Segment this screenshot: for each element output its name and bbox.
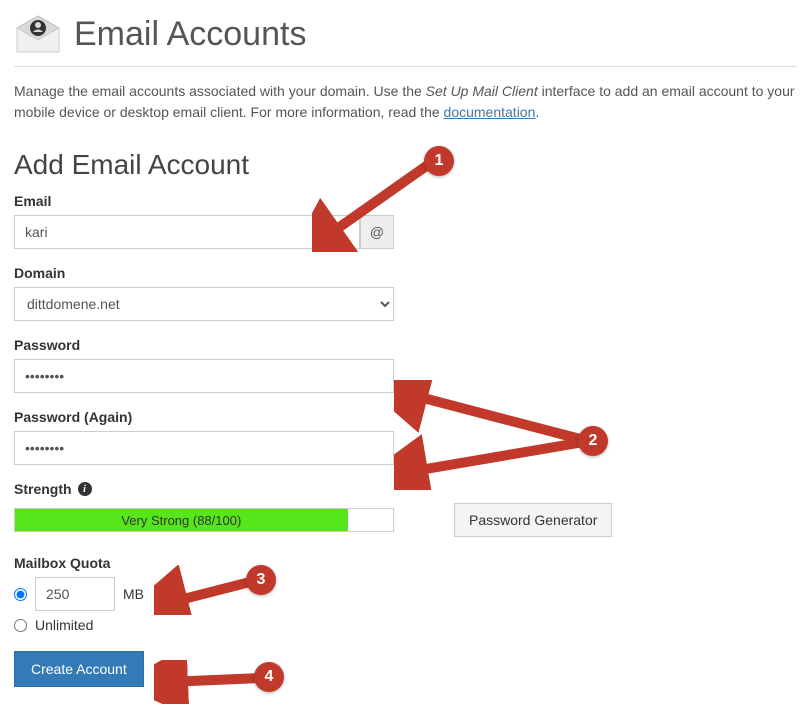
info-icon[interactable]: i [78,482,92,496]
strength-text: Very Strong (88/100) [121,513,241,528]
at-addon: @ [360,215,394,249]
intro-text: Manage the email accounts associated wit… [14,81,797,123]
create-account-button[interactable]: Create Account [14,651,144,687]
email-accounts-icon [14,10,62,58]
quota-radio-limited[interactable] [14,588,27,601]
domain-select[interactable]: dittdomene.net [14,287,394,321]
password2-input[interactable] [14,431,394,465]
quota-label: Mailbox Quota [14,555,797,571]
documentation-link[interactable]: documentation [444,104,536,120]
quota-unit: MB [123,586,144,602]
section-title: Add Email Account [14,149,797,181]
password-label: Password [14,337,797,353]
strength-fill: Very Strong (88/100) [15,509,348,531]
domain-group: Domain dittdomene.net [14,265,797,321]
strength-label: Strength [14,481,72,497]
intro-em: Set Up Mail Client [426,83,538,99]
domain-label: Domain [14,265,797,281]
page-title: Email Accounts [74,15,306,54]
quota-input[interactable] [35,577,115,611]
email-label: Email [14,193,797,209]
quota-group: Mailbox Quota MB Unlimited [14,555,797,633]
email-input[interactable] [14,215,360,249]
email-group: Email @ [14,193,797,249]
password2-label: Password (Again) [14,409,797,425]
password-generator-button[interactable]: Password Generator [454,503,612,537]
strength-group: Strength i Very Strong (88/100) Password… [14,481,797,537]
password2-group: Password (Again) [14,409,797,465]
strength-bar: Very Strong (88/100) [14,508,394,532]
quota-radio-unlimited[interactable] [14,619,27,632]
password-input[interactable] [14,359,394,393]
annotation-4: 4 [154,660,284,707]
page-header: Email Accounts [14,10,797,67]
quota-unlimited-label: Unlimited [35,617,93,633]
password-group: Password [14,337,797,393]
